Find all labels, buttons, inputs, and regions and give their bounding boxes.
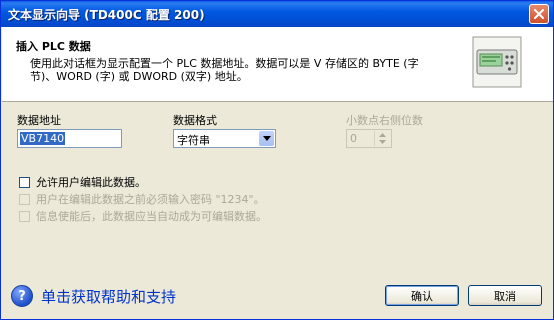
header-description-line-1: 使用此对话框为显示配置一个 PLC 数据地址。数据可以是 V 存储区的 BYTE… (30, 57, 419, 70)
title-bar[interactable]: 文本显示向导 (TD400C 配置 200) (1, 1, 553, 27)
dialog-window: 文本显示向导 (TD400C 配置 200) 插入 PLC 数据 使用此对话框为… (0, 0, 554, 320)
header-panel: 插入 PLC 数据 使用此对话框为显示配置一个 PLC 数据地址。数据可以是 V… (2, 27, 553, 102)
header-description-line-2: 节)、WORD (字) 或 DWORD (双字) 地址。 (30, 70, 248, 83)
require-password-label: 用户在编辑此数据之前必须输入密码 "1234"。 (36, 193, 265, 206)
chevron-down-icon (262, 136, 271, 141)
info-enable-label: 信息使能后，此数据应当自动成为可编辑数据。 (36, 210, 267, 223)
close-icon (534, 9, 544, 19)
format-label: 数据格式 (173, 114, 217, 127)
spin-up-button[interactable] (375, 131, 390, 138)
decimals-spinner[interactable]: 0 (346, 129, 392, 148)
decimals-label: 小数点右侧位数 (346, 114, 423, 127)
ok-button[interactable]: 确认 (385, 285, 459, 306)
chevron-up-icon (379, 132, 386, 137)
address-value: VB7140 (20, 132, 66, 145)
window-title: 文本显示向导 (TD400C 配置 200) (8, 8, 205, 22)
help-link-text: 单击获取帮助和支持 (41, 287, 177, 306)
help-link[interactable]: ? 单击获取帮助和支持 (11, 285, 176, 307)
dropdown-arrow-button[interactable] (259, 131, 274, 146)
format-select[interactable]: 字符串 (173, 129, 276, 148)
info-enable-checkbox[interactable]: 信息使能后，此数据应当自动成为可编辑数据。 (19, 208, 267, 224)
require-password-checkbox[interactable]: 用户在编辑此数据之前必须输入密码 "1234"。 (19, 191, 265, 207)
spinner-buttons (374, 131, 390, 146)
allow-edit-label: 允许用户编辑此数据。 (36, 176, 146, 189)
spin-down-button[interactable] (375, 138, 390, 145)
close-button[interactable] (529, 4, 549, 24)
address-label: 数据地址 (17, 114, 61, 127)
decimals-value: 0 (350, 132, 357, 145)
checkbox-box[interactable] (19, 176, 30, 188)
header-title: 插入 PLC 数据 (16, 40, 91, 53)
td400c-device-icon (472, 36, 522, 88)
checkbox-box[interactable] (19, 193, 30, 205)
format-value: 字符串 (177, 134, 210, 147)
help-icon: ? (11, 285, 33, 307)
checkbox-box[interactable] (19, 210, 30, 222)
cancel-button[interactable]: 取消 (468, 285, 542, 306)
header-description: 使用此对话框为显示配置一个 PLC 数据地址。数据可以是 V 存储区的 BYTE… (30, 57, 450, 83)
chevron-down-icon (379, 139, 386, 144)
allow-edit-checkbox[interactable]: 允许用户编辑此数据。 (19, 174, 146, 190)
address-input[interactable]: VB7140 (17, 129, 122, 148)
